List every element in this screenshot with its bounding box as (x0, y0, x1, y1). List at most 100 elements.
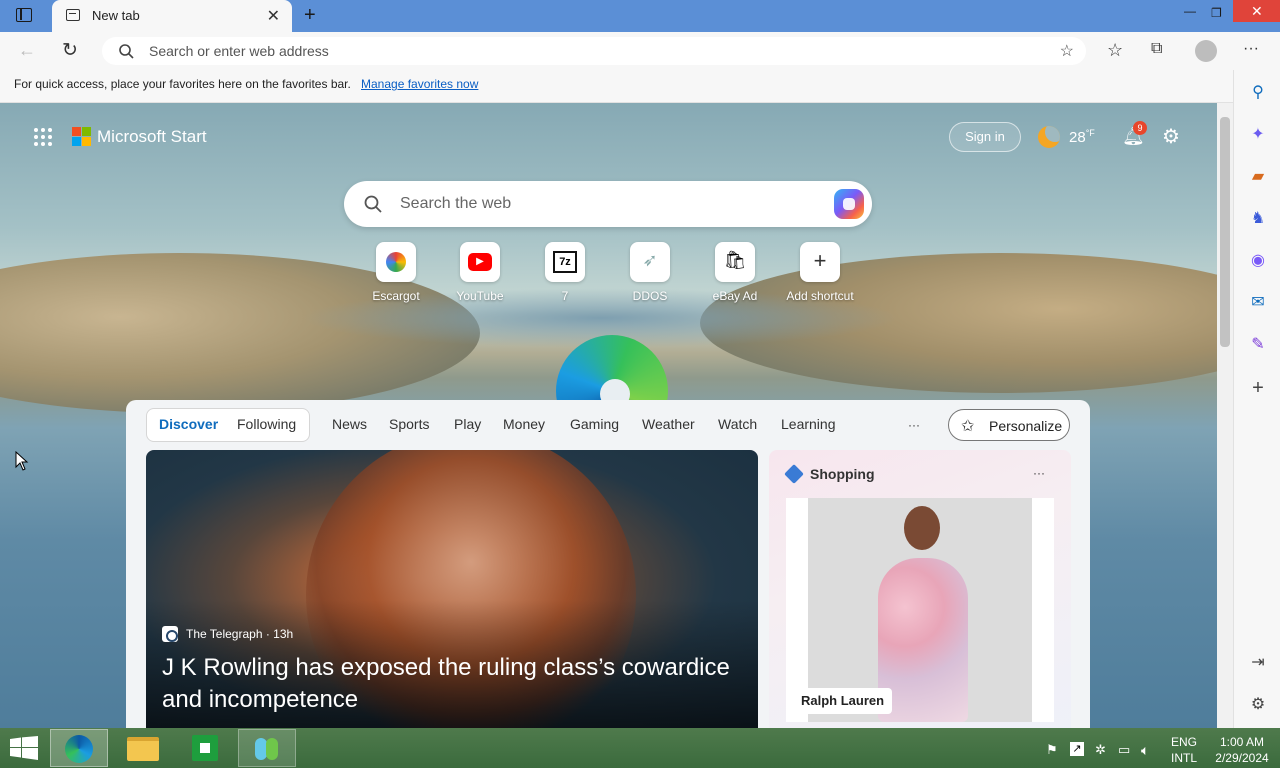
shortcut-label: YouTube (456, 289, 504, 303)
web-search-box[interactable]: Search the web (344, 181, 872, 227)
favorites-icon[interactable]: ☆ (1107, 40, 1123, 61)
nav-play[interactable]: Play (454, 416, 481, 432)
sidebar-microsoft365-icon[interactable]: ◉ (1248, 251, 1268, 271)
start-button[interactable] (10, 736, 38, 760)
sidebar-hide-icon[interactable]: ⇥ (1248, 653, 1268, 673)
news-source: The Telegraph · 13h (186, 627, 294, 641)
sidebar-copilot-icon[interactable]: ✦ (1248, 125, 1268, 145)
manage-favorites-link[interactable]: Manage favorites now (361, 77, 478, 91)
personalize-button[interactable]: ✩ Personalize (948, 409, 1070, 441)
address-placeholder: Search or enter web address (149, 43, 329, 59)
taskbar-messenger[interactable] (238, 729, 296, 767)
tray-devices-icon[interactable]: ✲ (1095, 742, 1106, 758)
shortcut-7zip[interactable]: 7z 7 (525, 242, 605, 303)
sidebar-settings-icon[interactable]: ⚙ (1248, 695, 1268, 715)
youtube-icon: ▶ (468, 253, 492, 271)
language-indicator[interactable]: ENG INTL (1171, 734, 1197, 766)
back-arrow-icon[interactable]: ← (18, 40, 36, 61)
action-center-flag-icon[interactable]: ⚑ (1046, 742, 1058, 758)
minimize-button[interactable]: — (1184, 4, 1196, 18)
temperature-value: 28 (1069, 129, 1086, 146)
nav-learning[interactable]: Learning (781, 416, 836, 432)
tab-close-icon[interactable]: ✕ (267, 6, 280, 26)
windows-logo-icon (10, 736, 38, 760)
shortcut-label: eBay Ad (712, 289, 758, 303)
close-window-button[interactable]: ✕ (1233, 0, 1280, 22)
feed-more-icon[interactable]: ··· (908, 418, 920, 432)
tab-title: New tab (92, 8, 140, 23)
shortcut-label: Escargot (372, 289, 420, 303)
refresh-icon[interactable]: ↻ (62, 39, 78, 62)
product-brand-label: Ralph Lauren (793, 688, 893, 714)
telegraph-source-icon (162, 626, 178, 642)
news-headline[interactable]: J K Rowling has exposed the ruling class… (162, 652, 752, 716)
restore-button[interactable]: ❐ (1211, 6, 1222, 20)
tab-actions-icon[interactable] (16, 8, 32, 22)
sidebar-games-icon[interactable]: ♞ (1248, 209, 1268, 229)
temperature[interactable]: 28°F (1069, 128, 1095, 146)
volume-icon[interactable]: 🔈︎ (1141, 742, 1149, 759)
taskbar-file-explorer[interactable] (114, 729, 172, 767)
add-favorite-icon[interactable]: ☆ (1060, 41, 1074, 61)
microsoft-logo-icon (72, 127, 92, 147)
search-icon (364, 195, 382, 213)
shopping-title: Shopping (810, 466, 875, 482)
settings-more-icon[interactable]: ··· (1243, 40, 1259, 58)
favorites-bar: For quick access, place your favorites h… (0, 70, 1233, 103)
address-bar[interactable]: Search or enter web address ☆ (102, 37, 1086, 65)
new-tab-button[interactable]: + (304, 4, 316, 27)
tray-arrow-icon[interactable]: ↗ (1070, 742, 1084, 756)
temperature-unit: °F (1085, 128, 1095, 138)
page-scrollbar[interactable] (1217, 103, 1233, 728)
nav-sports[interactable]: Sports (389, 416, 429, 432)
shopping-more-icon[interactable]: ··· (1033, 466, 1045, 480)
system-clock[interactable]: 1:00 AM 2/29/2024 (1210, 734, 1274, 766)
shortcut-ebay-ad[interactable]: 🛍 eBay Ad (695, 242, 775, 303)
shortcut-ddos[interactable]: ➶ DDOS (610, 242, 690, 303)
clock-time: 1:00 AM (1219, 735, 1265, 749)
shortcut-label: Add shortcut (786, 289, 854, 303)
moon-weather-icon[interactable] (1038, 126, 1060, 148)
scrollbar-thumb[interactable] (1220, 117, 1230, 347)
nav-gaming[interactable]: Gaming (570, 416, 619, 432)
copilot-icon[interactable] (834, 189, 864, 219)
sidebar-designer-icon[interactable]: ✎ (1248, 335, 1268, 355)
profile-avatar[interactable] (1195, 40, 1217, 62)
shortcut-youtube[interactable]: ▶ YouTube (440, 242, 520, 303)
sidebar-add-icon[interactable]: + (1248, 378, 1268, 398)
shortcut-label: 7 (561, 289, 569, 303)
plus-icon: + (813, 248, 827, 273)
add-shortcut-button[interactable]: + Add shortcut (780, 242, 860, 303)
microsoft-start-title[interactable]: Microsoft Start (97, 127, 207, 147)
nav-news[interactable]: News (332, 416, 367, 432)
web-search-placeholder: Search the web (400, 195, 512, 212)
nav-weather[interactable]: Weather (642, 416, 695, 432)
edge-icon (65, 735, 93, 763)
network-icon[interactable]: ▭ (1118, 742, 1130, 758)
taskbar-store[interactable] (176, 729, 234, 767)
tab-discover[interactable]: Discover (159, 416, 218, 432)
language-code: ENG (1171, 735, 1198, 749)
tab-following[interactable]: Following (237, 416, 296, 432)
7zip-icon: 7z (553, 251, 577, 273)
keyboard-layout: INTL (1171, 751, 1198, 765)
sidebar-shopping-icon[interactable]: ▰ (1248, 167, 1268, 187)
apps-launcher-icon[interactable] (34, 128, 54, 146)
sidebar-outlook-icon[interactable]: ✉ (1248, 293, 1268, 313)
nav-watch[interactable]: Watch (718, 416, 757, 432)
mouse-cursor-icon (15, 451, 29, 471)
clock-date: 2/29/2024 (1215, 751, 1269, 765)
taskbar-edge[interactable] (50, 729, 108, 767)
page-settings-gear-icon[interactable]: ⚙ (1162, 124, 1180, 149)
nav-money[interactable]: Money (503, 416, 545, 432)
escargot-icon (386, 252, 406, 272)
collections-icon[interactable]: ⧉ (1151, 40, 1162, 58)
sign-in-button[interactable]: Sign in (949, 122, 1021, 152)
shortcut-escargot[interactable]: Escargot (356, 242, 436, 303)
personalize-star-icon: ✩ (961, 418, 975, 435)
new-tab-page-icon (66, 9, 80, 21)
tab-new-tab[interactable]: New tab ✕ (52, 0, 292, 32)
ebay-bag-icon: 🛍 (723, 250, 747, 270)
folder-icon (127, 737, 159, 761)
sidebar-search-icon[interactable]: ⚲ (1248, 83, 1268, 103)
